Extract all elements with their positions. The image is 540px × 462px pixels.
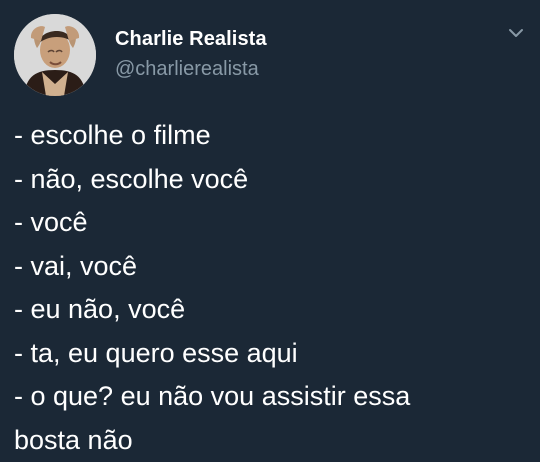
tweet-line: - o que? eu não vou assistir essa: [14, 375, 526, 419]
tweet-line: bosta não: [14, 419, 526, 462]
avatar-image: [14, 14, 96, 96]
author-name[interactable]: Charlie Realista: [115, 28, 267, 51]
tweet-card: Charlie Realista @charlierealista - esco…: [0, 0, 540, 455]
author-handle[interactable]: @charlierealista: [115, 58, 259, 81]
tweet-line: - não, escolhe você: [14, 158, 526, 202]
tweet-line: - você: [14, 201, 526, 245]
avatar[interactable]: [14, 14, 96, 96]
tweet-header: Charlie Realista @charlierealista: [14, 14, 526, 94]
tweet-line: - eu não, você: [14, 288, 526, 332]
tweet-line: - ta, eu quero esse aqui: [14, 332, 526, 376]
chevron-down-icon[interactable]: [506, 26, 526, 40]
tweet-line: - vai, você: [14, 245, 526, 289]
tweet-text: - escolhe o filme - não, escolhe você - …: [14, 114, 526, 462]
tweet-line: - escolhe o filme: [14, 114, 526, 158]
